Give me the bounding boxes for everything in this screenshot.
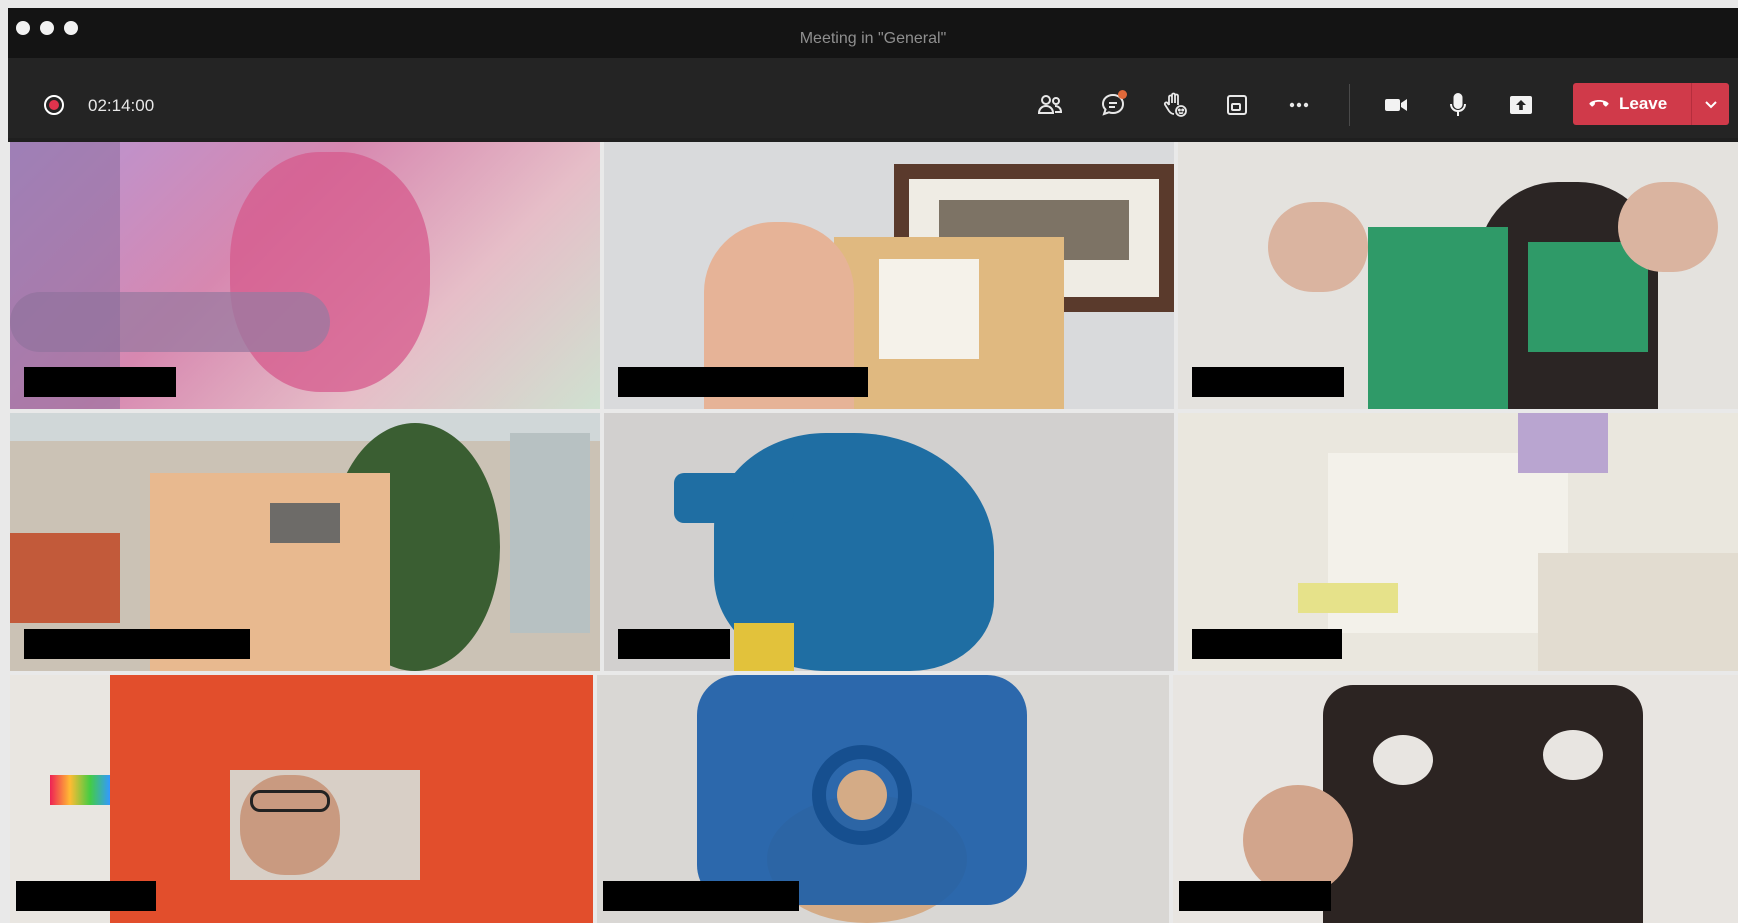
raise-hand-button[interactable] — [1158, 88, 1192, 122]
leave-main-button[interactable]: Leave — [1573, 83, 1691, 125]
video-grid — [8, 142, 1738, 923]
participant-name-redacted — [618, 629, 730, 659]
more-options-icon — [1289, 102, 1309, 108]
microphone-icon — [1450, 93, 1466, 116]
video-tile[interactable] — [604, 413, 1174, 671]
participants-icon — [1037, 95, 1063, 114]
participant-name-redacted — [603, 881, 799, 911]
hang-up-icon — [1589, 100, 1609, 107]
view-layout-icon — [1227, 95, 1247, 115]
participant-name-redacted — [1192, 629, 1342, 659]
participant-name-redacted — [16, 881, 156, 911]
meeting-window: Meeting in "General" 02:14:00 Leave — [8, 8, 1738, 923]
share-screen-icon — [1510, 96, 1532, 114]
raise-hand-reaction-icon — [1163, 92, 1187, 117]
chat-button[interactable] — [1096, 88, 1130, 122]
share-screen-button[interactable] — [1504, 88, 1538, 122]
camera-button[interactable] — [1379, 88, 1413, 122]
meeting-toolbar: 02:14:00 Leave — [8, 58, 1738, 138]
video-tile[interactable] — [1178, 142, 1738, 409]
participant-name-redacted — [24, 629, 250, 659]
video-tile[interactable] — [604, 142, 1174, 409]
participant-name-redacted — [1179, 881, 1331, 911]
video-tile[interactable] — [10, 413, 600, 671]
microphone-button[interactable] — [1441, 88, 1475, 122]
camera-icon — [1385, 99, 1407, 111]
video-tile[interactable] — [10, 142, 600, 409]
window-title: Meeting in "General" — [799, 30, 947, 47]
video-tile[interactable] — [1178, 413, 1738, 671]
chat-notification-dot — [1118, 90, 1127, 99]
chevron-down-icon — [1704, 101, 1717, 109]
video-tile[interactable] — [1173, 675, 1738, 923]
toolbar-divider — [1349, 84, 1350, 126]
title-bar: Meeting in "General" — [8, 8, 1738, 58]
leave-options-dropdown[interactable] — [1692, 83, 1729, 125]
video-tile[interactable] — [597, 675, 1169, 923]
participant-name-redacted — [1192, 367, 1344, 397]
more-options-button[interactable] — [1282, 88, 1316, 122]
video-tile[interactable] — [10, 675, 593, 923]
participant-name-redacted — [24, 367, 176, 397]
leave-button[interactable]: Leave — [1573, 83, 1729, 125]
record-indicator-icon — [44, 95, 64, 115]
view-layout-button[interactable] — [1220, 88, 1254, 122]
participants-button[interactable] — [1033, 88, 1067, 122]
leave-label: Leave — [1619, 94, 1668, 113]
participant-name-redacted — [618, 367, 868, 397]
meeting-timer: 02:14:00 — [88, 96, 155, 115]
